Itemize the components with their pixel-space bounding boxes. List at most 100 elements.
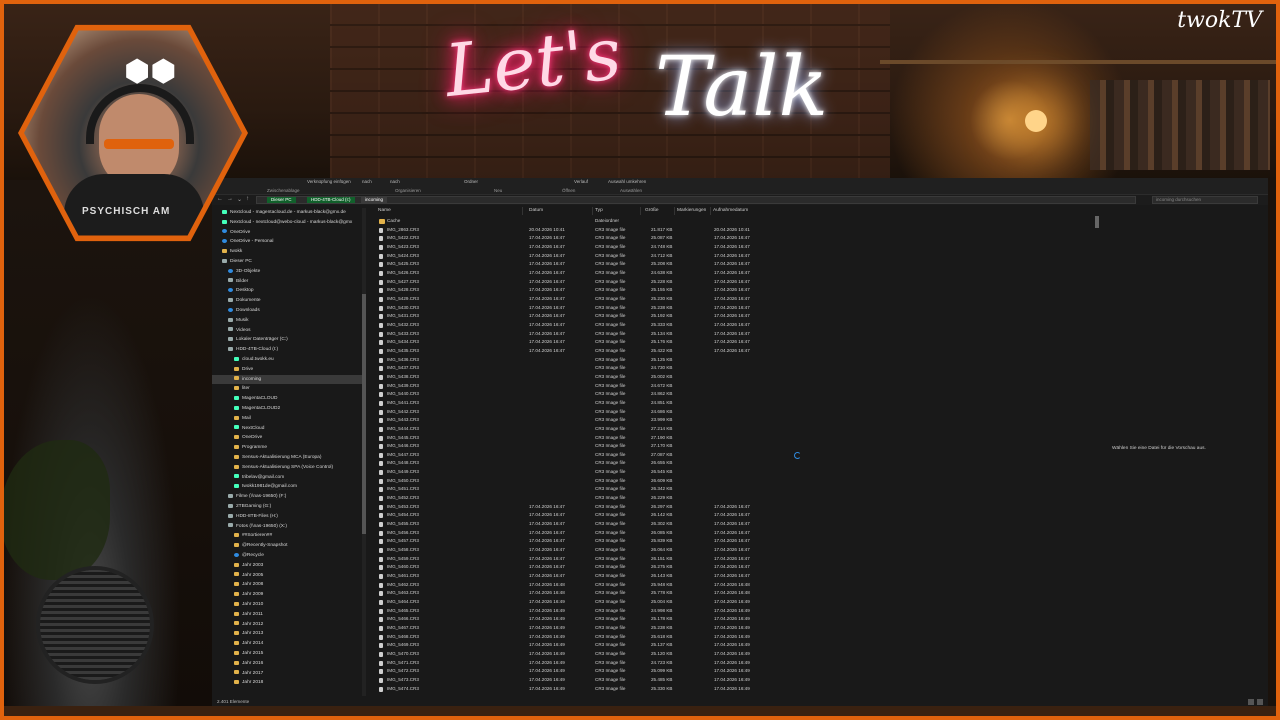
nav-item[interactable]: 2TBGaming (G:)	[228, 502, 271, 511]
file-row[interactable]: IMG_5427.CR3 17.04.2026 16:47 CR3 Image fi…	[372, 278, 1092, 287]
nav-item[interactable]: cloud.twokk.eu	[234, 355, 274, 364]
file-row[interactable]: IMG_5459.CR3 17.04.2026 16:47 CR3 Image fi…	[372, 555, 1092, 564]
nav-item[interactable]: Jahr 2008	[234, 580, 263, 589]
file-row[interactable]: IMG_2863.CR3 20.04.2026 10:41 CR3 Image fi…	[372, 226, 1092, 235]
nav-item[interactable]: NextCloud	[234, 424, 264, 433]
nav-item[interactable]: 3D-Objekte	[228, 267, 260, 276]
nav-item[interactable]: Sensus-Aktualisierung SPA (Voice Control…	[234, 463, 333, 472]
file-row[interactable]: IMG_5456.CR3 17.04.2026 16:47 CR3 Image fi…	[372, 529, 1092, 538]
file-row[interactable]: IMG_5444.CR3 CR3 Image file 27.214 KB	[372, 425, 1092, 434]
recent-dropdown-icon[interactable]: ⌄	[237, 196, 242, 203]
nav-item[interactable]: OneDrive	[234, 433, 262, 442]
file-row[interactable]: IMG_5455.CR3 17.04.2026 16:47 CR3 Image fi…	[372, 520, 1092, 529]
file-row[interactable]: IMG_5443.CR3 CR3 Image file 23.999 KB	[372, 416, 1092, 425]
file-row[interactable]: IMG_5469.CR3 17.04.2026 16:49 CR3 Image fi…	[372, 641, 1092, 650]
nav-item[interactable]: Jahr 2003	[234, 561, 263, 570]
file-row[interactable]: IMG_5465.CR3 17.04.2026 16:49 CR3 Image fi…	[372, 607, 1092, 616]
file-row[interactable]: IMG_5449.CR3 CR3 Image file 26.545 KB	[372, 468, 1092, 477]
file-row[interactable]: IMG_5423.CR3 17.04.2026 16:47 CR3 Image fi…	[372, 243, 1092, 252]
nav-item[interactable]: Jahr 2014	[234, 639, 263, 648]
column-separator[interactable]	[522, 207, 523, 215]
nav-scrollbar[interactable]	[362, 208, 366, 696]
ribbon-button[interactable]: Auswahl umkehren	[608, 179, 646, 184]
file-row[interactable]: IMG_5447.CR3 CR3 Image file 27.087 KB	[372, 451, 1092, 460]
nav-item[interactable]: HDD-8TB-Files (H:)	[228, 512, 278, 521]
file-row[interactable]: IMG_5460.CR3 17.04.2026 16:47 CR3 Image fi…	[372, 563, 1092, 572]
column-date[interactable]: Datum	[529, 208, 543, 213]
file-row[interactable]: IMG_5429.CR3 17.04.2026 16:47 CR3 Image fi…	[372, 295, 1092, 304]
file-row[interactable]: IMG_5462.CR3 17.04.2026 16:48 CR3 Image fi…	[372, 581, 1092, 590]
file-row[interactable]: IMG_5426.CR3 17.04.2026 16:47 CR3 Image fi…	[372, 269, 1092, 278]
file-row[interactable]: Cache Dateiordner	[372, 217, 1092, 226]
column-name[interactable]: Name	[378, 208, 391, 213]
file-list-scrollbar[interactable]	[1094, 208, 1100, 696]
file-row[interactable]: IMG_5432.CR3 17.04.2026 16:47 CR3 Image fi…	[372, 321, 1092, 330]
nav-item[interactable]: MagentaCLOUD	[234, 394, 277, 403]
nav-item[interactable]: Desktop	[228, 286, 254, 295]
ribbon-button[interactable]: Verlauf	[574, 179, 588, 184]
file-row[interactable]: IMG_5440.CR3 CR3 Image file 24.862 KB	[372, 390, 1092, 399]
nav-item[interactable]: Filme (\\nas-19650) (F:)	[228, 492, 286, 501]
up-arrow-icon[interactable]: ↑	[246, 196, 249, 202]
file-row[interactable]: IMG_5453.CR3 17.04.2026 16:47 CR3 Image fi…	[372, 503, 1092, 512]
back-arrow-icon[interactable]: ←	[217, 196, 223, 202]
file-row[interactable]: IMG_5458.CR3 17.04.2026 16:47 CR3 Image fi…	[372, 546, 1092, 555]
file-list-scrollbar-thumb[interactable]	[1095, 216, 1099, 228]
search-input[interactable]: incoming durchsuchen	[1152, 196, 1258, 204]
file-row[interactable]: IMG_5442.CR3 CR3 Image file 24.686 KB	[372, 408, 1092, 417]
nav-item[interactable]: Jahr 2011	[234, 610, 263, 619]
details-view-icon[interactable]	[1248, 699, 1254, 705]
file-row[interactable]: IMG_5437.CR3 CR3 Image file 24.730 KB	[372, 364, 1092, 373]
file-row[interactable]: IMG_5474.CR3 17.04.2026 16:49 CR3 Image fi…	[372, 685, 1092, 694]
nav-item[interactable]: Jahr 2013	[234, 629, 263, 638]
nav-item[interactable]: ##Sortieren##	[234, 531, 272, 540]
file-row[interactable]: IMG_5431.CR3 17.04.2026 16:47 CR3 Image fi…	[372, 312, 1092, 321]
column-separator[interactable]	[640, 207, 641, 215]
nav-item[interactable]: Dieser PC	[222, 257, 252, 266]
file-row[interactable]: IMG_5466.CR3 17.04.2026 16:49 CR3 Image fi…	[372, 615, 1092, 624]
nav-item[interactable]: Jahr 2012	[234, 620, 263, 629]
nav-item[interactable]: incoming	[212, 374, 362, 384]
nav-item[interactable]: twokk	[222, 247, 242, 256]
nav-item[interactable]: Videos	[228, 326, 251, 335]
column-type[interactable]: Typ	[595, 208, 603, 213]
file-row[interactable]: IMG_5441.CR3 CR3 Image file 24.851 KB	[372, 399, 1092, 408]
nav-item[interactable]: Jahr 2016	[234, 659, 263, 668]
file-row[interactable]: IMG_5464.CR3 17.04.2026 16:49 CR3 Image fi…	[372, 598, 1092, 607]
nav-item[interactable]: Musik	[228, 316, 249, 325]
nav-item[interactable]: Downloads	[228, 306, 260, 315]
ribbon-button[interactable]: Ordner	[464, 179, 478, 184]
file-row[interactable]: IMG_5425.CR3 17.04.2026 16:47 CR3 Image fi…	[372, 260, 1092, 269]
ribbon-button[interactable]: Verknüpfung einfügen	[307, 179, 351, 184]
file-row[interactable]: IMG_5457.CR3 17.04.2026 16:47 CR3 Image fi…	[372, 537, 1092, 546]
nav-item[interactable]: Jahr 2015	[234, 649, 263, 658]
file-row[interactable]: IMG_5471.CR3 17.04.2026 16:49 CR3 Image fi…	[372, 659, 1092, 668]
nav-item[interactable]: HDD-4TB-Cloud (I:)	[228, 345, 278, 354]
column-separator[interactable]	[710, 207, 711, 215]
file-row[interactable]: IMG_5436.CR3 CR3 Image file 25.125 KB	[372, 356, 1092, 365]
nav-item[interactable]: Mail	[234, 414, 251, 423]
nav-item[interactable]: Jahr 2009	[234, 590, 263, 599]
file-row[interactable]: IMG_5467.CR3 17.04.2026 16:49 CR3 Image fi…	[372, 624, 1092, 633]
file-row[interactable]: IMG_5470.CR3 17.04.2026 16:49 CR3 Image fi…	[372, 650, 1092, 659]
file-row[interactable]: IMG_5430.CR3 17.04.2026 16:47 CR3 Image fi…	[372, 304, 1092, 313]
file-row[interactable]: IMG_5468.CR3 17.04.2026 16:49 CR3 Image fi…	[372, 633, 1092, 642]
file-row[interactable]: IMG_5463.CR3 17.04.2026 16:48 CR3 Image fi…	[372, 589, 1092, 598]
file-row[interactable]: IMG_5454.CR3 17.04.2026 16:47 CR3 Image fi…	[372, 511, 1092, 520]
file-row[interactable]: IMG_5473.CR3 17.04.2026 16:49 CR3 Image fi…	[372, 676, 1092, 685]
nav-item[interactable]: MagentaCLOUD2	[234, 404, 280, 413]
nav-item[interactable]: twokk1981de@gmail.com	[234, 482, 297, 491]
nav-item[interactable]: Nextcloud - nextcloud@webo-cloud - marku…	[222, 218, 352, 227]
file-row[interactable]: IMG_5428.CR3 17.04.2026 16:47 CR3 Image fi…	[372, 286, 1092, 295]
nav-item[interactable]: Programme	[234, 443, 267, 452]
breadcrumb[interactable]: Dieser PC HDD-4TB-Cloud (I:) incoming	[256, 196, 1136, 204]
nav-item[interactable]: OneDrive	[222, 228, 250, 237]
file-row[interactable]: IMG_5424.CR3 17.04.2026 16:47 CR3 Image fi…	[372, 252, 1092, 261]
nav-item[interactable]: Sensus-Aktualisierung MCA (Europa)	[234, 453, 321, 462]
nav-item[interactable]: Fotos (\\nas-19650) (X:)	[228, 522, 287, 531]
nav-item[interactable]: Dokumente	[228, 296, 261, 305]
file-row[interactable]: IMG_5452.CR3 CR3 Image file 26.229 KB	[372, 494, 1092, 503]
file-row[interactable]: IMG_5434.CR3 17.04.2026 16:47 CR3 Image fi…	[372, 338, 1092, 347]
file-row[interactable]: IMG_5461.CR3 17.04.2026 16:47 CR3 Image fi…	[372, 572, 1092, 581]
nav-item[interactable]: Lokaler Datenträger (C:)	[228, 335, 288, 344]
